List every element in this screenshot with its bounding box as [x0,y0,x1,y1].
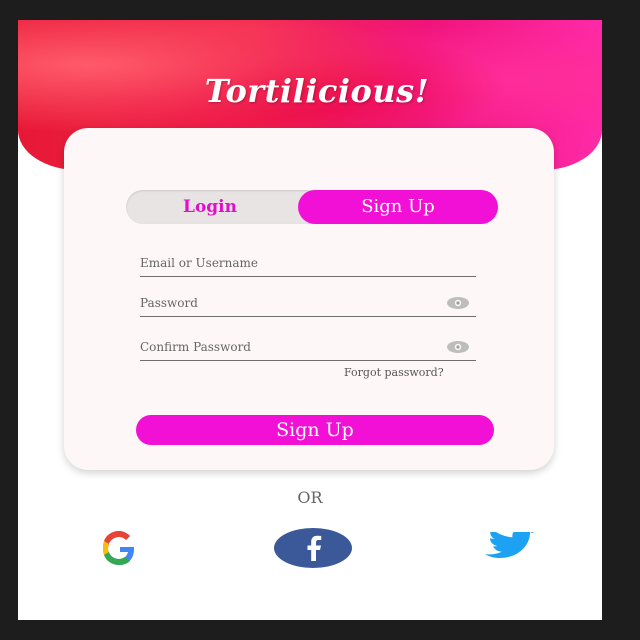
show-confirm-password-eye-icon[interactable] [446,340,470,354]
email-field-wrapper [140,252,476,277]
confirm-password-field-wrapper [140,336,476,361]
auth-toggle: Login Sign Up [126,190,498,224]
password-field[interactable] [140,293,440,313]
signup-tab-button[interactable]: Sign Up [298,190,498,224]
signup-submit-button[interactable]: Sign Up [136,415,494,445]
phone-screen: Tortilicious! Login Sign Up Forg [18,20,602,620]
twitter-icon[interactable] [476,532,540,560]
forgot-password-link[interactable]: Forgot password? [344,366,444,379]
app-title: Tortilicious! [204,72,430,110]
email-field[interactable] [140,253,440,273]
google-icon[interactable] [88,529,152,565]
or-divider-text: OR [297,488,323,507]
login-tab-button[interactable]: Login [126,190,294,224]
password-field-wrapper [140,292,476,317]
show-password-eye-icon[interactable] [446,296,470,310]
auth-card: Login Sign Up Forgot password? Sign Up [64,128,554,470]
facebook-icon[interactable] [273,527,353,569]
confirm-password-field[interactable] [140,337,440,357]
